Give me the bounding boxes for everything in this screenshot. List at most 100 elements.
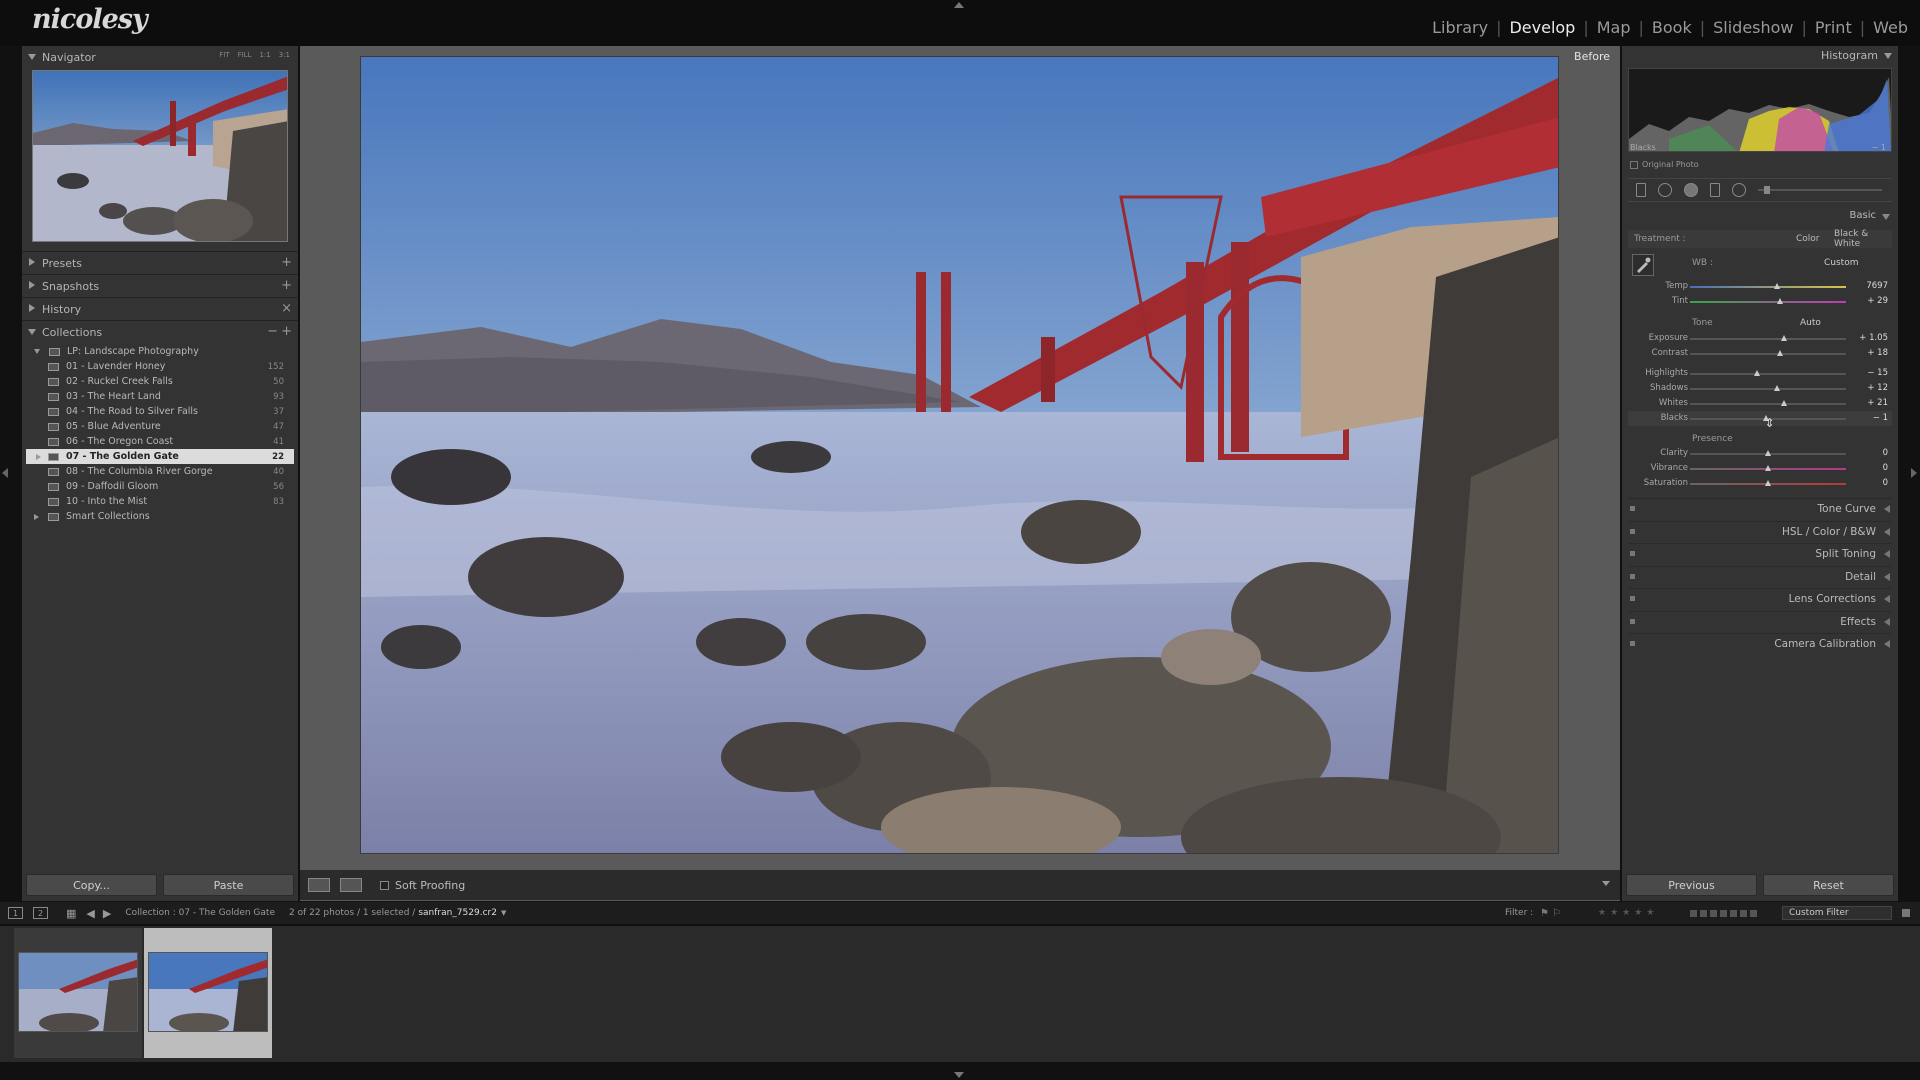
brush-slider[interactable] bbox=[1758, 186, 1882, 194]
left-panel-toggle-icon[interactable] bbox=[2, 468, 8, 478]
collection-item[interactable]: 06 - The Oregon Coast 41 bbox=[26, 434, 294, 449]
module-map[interactable]: Map bbox=[1589, 18, 1639, 37]
panel-switch-icon[interactable] bbox=[1630, 573, 1635, 579]
panel-detail[interactable]: Detail bbox=[1628, 565, 1892, 586]
original-photo-toggle[interactable]: Original Photo bbox=[1630, 160, 1699, 169]
panel-lens-corrections[interactable]: Lens Corrections bbox=[1628, 588, 1892, 608]
panel-hsl-color-b-w[interactable]: HSL / Color / B&W bbox=[1628, 520, 1892, 541]
slider-value-contrast[interactable]: + 18 bbox=[1848, 348, 1888, 358]
slider-track-contrast[interactable] bbox=[1690, 353, 1846, 355]
slider-value-blacks[interactable]: − 1 bbox=[1848, 413, 1888, 423]
grid-view-icon[interactable]: ▦ bbox=[66, 907, 76, 920]
slider-thumb-exposure[interactable] bbox=[1780, 335, 1787, 341]
filename[interactable]: sanfran_7529.cr2 bbox=[418, 908, 497, 918]
slider-track-exposure[interactable] bbox=[1690, 338, 1846, 340]
collection-item[interactable]: 09 - Daffodil Gloom 56 bbox=[26, 479, 294, 494]
panel-split-toning[interactable]: Split Toning bbox=[1628, 543, 1892, 563]
panel-switch-icon[interactable] bbox=[1630, 596, 1635, 601]
collection-item[interactable]: 01 - Lavender Honey 152 bbox=[26, 359, 294, 374]
collection-set[interactable]: LP: Landscape Photography bbox=[26, 344, 294, 359]
copy-settings-button[interactable]: Copy... bbox=[26, 874, 157, 896]
slider-track-temp[interactable] bbox=[1690, 286, 1846, 288]
collection-item[interactable]: 08 - The Columbia River Gorge 40 bbox=[26, 464, 294, 479]
add-snapshot-icon[interactable]: + bbox=[281, 278, 292, 293]
slider-value-whites[interactable]: + 21 bbox=[1848, 398, 1888, 408]
filmstrip-thumb-selected[interactable] bbox=[144, 928, 272, 1058]
slider-track-tint[interactable] bbox=[1690, 301, 1846, 303]
collections-header[interactable]: Collections − + bbox=[22, 321, 298, 343]
collection-item[interactable]: 10 - Into the Mist 83 bbox=[26, 494, 294, 509]
snapshots-header[interactable]: Snapshots + bbox=[22, 275, 298, 297]
wb-eyedropper-icon[interactable] bbox=[1632, 254, 1654, 276]
crop-tool-icon[interactable] bbox=[1636, 183, 1646, 197]
module-book[interactable]: Book bbox=[1644, 18, 1700, 37]
radial-filter-icon[interactable] bbox=[1732, 183, 1746, 197]
treatment-color[interactable]: Color bbox=[1796, 234, 1820, 244]
back-arrow-icon[interactable]: ◀ bbox=[86, 907, 94, 920]
panel-switch-icon[interactable] bbox=[1630, 506, 1635, 511]
collection-item[interactable]: 02 - Ruckel Creek Falls 50 bbox=[26, 374, 294, 389]
reset-button[interactable]: Reset bbox=[1763, 874, 1894, 896]
soft-proofing-checkbox[interactable] bbox=[380, 880, 389, 890]
basic-panel-header[interactable]: Basic bbox=[1628, 210, 1892, 228]
main-photo[interactable] bbox=[360, 56, 1559, 854]
add-preset-icon[interactable]: + bbox=[281, 255, 292, 270]
panel-effects[interactable]: Effects bbox=[1628, 610, 1892, 631]
collection-item[interactable]: 05 - Blue Adventure 47 bbox=[26, 419, 294, 434]
collection-item[interactable]: 03 - The Heart Land 93 bbox=[26, 389, 294, 404]
panel-camera-calibration[interactable]: Camera Calibration bbox=[1628, 633, 1892, 653]
collection-path[interactable]: Collection : 07 - The Golden Gate bbox=[125, 908, 275, 918]
slider-value-clarity[interactable]: 0 bbox=[1848, 448, 1888, 458]
forward-arrow-icon[interactable]: ▶ bbox=[103, 907, 111, 920]
filmstrip-thumb[interactable] bbox=[14, 928, 142, 1058]
clear-history-icon[interactable]: × bbox=[281, 301, 292, 316]
panel-switch-icon[interactable] bbox=[1630, 641, 1635, 646]
treatment-black-white[interactable]: Black & White bbox=[1834, 229, 1892, 249]
zoom-fit[interactable]: FIT bbox=[219, 51, 229, 59]
top-panel-toggle-icon[interactable] bbox=[954, 2, 964, 8]
slider-thumb-contrast[interactable] bbox=[1777, 350, 1784, 356]
slider-value-temp[interactable]: 7697 bbox=[1848, 281, 1888, 291]
loupe-view-icon[interactable] bbox=[308, 878, 330, 892]
panel-switch-icon[interactable] bbox=[1630, 551, 1635, 556]
histogram-header[interactable]: Histogram bbox=[1622, 46, 1898, 66]
slider-value-vibrance[interactable]: 0 bbox=[1848, 463, 1888, 473]
add-collection-icon[interactable]: + bbox=[281, 324, 292, 339]
module-develop[interactable]: Develop bbox=[1501, 18, 1583, 37]
module-library[interactable]: Library bbox=[1424, 18, 1496, 37]
navigator-preview[interactable] bbox=[32, 70, 288, 242]
zoom-fill[interactable]: FILL bbox=[238, 51, 252, 59]
slider-thumb-shadows[interactable] bbox=[1774, 385, 1781, 391]
slider-value-highlights[interactable]: − 15 bbox=[1848, 368, 1888, 378]
rating-filter[interactable]: ★ ★ ★ ★ ★ bbox=[1598, 908, 1654, 918]
graduated-filter-icon[interactable] bbox=[1710, 183, 1720, 197]
zoom-3-1[interactable]: 3:1 bbox=[279, 51, 290, 59]
panel-tone-curve[interactable]: Tone Curve bbox=[1628, 498, 1892, 518]
slider-value-exposure[interactable]: + 1.05 bbox=[1848, 333, 1888, 343]
slider-thumb-whites[interactable] bbox=[1780, 400, 1787, 406]
slider-track-whites[interactable] bbox=[1690, 403, 1846, 405]
slider-track-shadows[interactable] bbox=[1690, 388, 1846, 390]
main-window-button[interactable]: 1 bbox=[8, 907, 23, 919]
custom-filter-dropdown[interactable]: Custom Filter bbox=[1782, 906, 1892, 920]
slider-thumb-vibrance[interactable] bbox=[1765, 465, 1771, 471]
slider-track-highlights[interactable] bbox=[1690, 373, 1846, 375]
right-panel-toggle-icon[interactable] bbox=[1911, 468, 1917, 478]
second-window-button[interactable]: 2 bbox=[33, 907, 48, 919]
module-print[interactable]: Print bbox=[1807, 18, 1860, 37]
history-header[interactable]: History × bbox=[22, 298, 298, 320]
slider-value-tint[interactable]: + 29 bbox=[1848, 296, 1888, 306]
flag-filter-icon[interactable]: ⚑ ⚐ bbox=[1540, 908, 1561, 919]
red-eye-icon[interactable] bbox=[1684, 183, 1698, 197]
panel-switch-icon[interactable] bbox=[1630, 618, 1635, 624]
navigator-header[interactable]: Navigator FIT FILL 1:1 3:1 bbox=[22, 46, 298, 68]
slider-thumb-highlights[interactable] bbox=[1754, 370, 1761, 376]
auto-tone-button[interactable]: Auto bbox=[1800, 318, 1821, 328]
module-web[interactable]: Web bbox=[1865, 18, 1916, 37]
slider-thumb-saturation[interactable] bbox=[1765, 480, 1771, 486]
filename-dropdown-icon[interactable]: ▼ bbox=[501, 909, 506, 917]
panel-switch-icon[interactable] bbox=[1630, 528, 1635, 534]
color-label-filter[interactable] bbox=[1690, 909, 1757, 917]
slider-thumb-temp[interactable] bbox=[1774, 283, 1781, 289]
collection-item[interactable]: 07 - The Golden Gate 22 bbox=[26, 449, 294, 464]
